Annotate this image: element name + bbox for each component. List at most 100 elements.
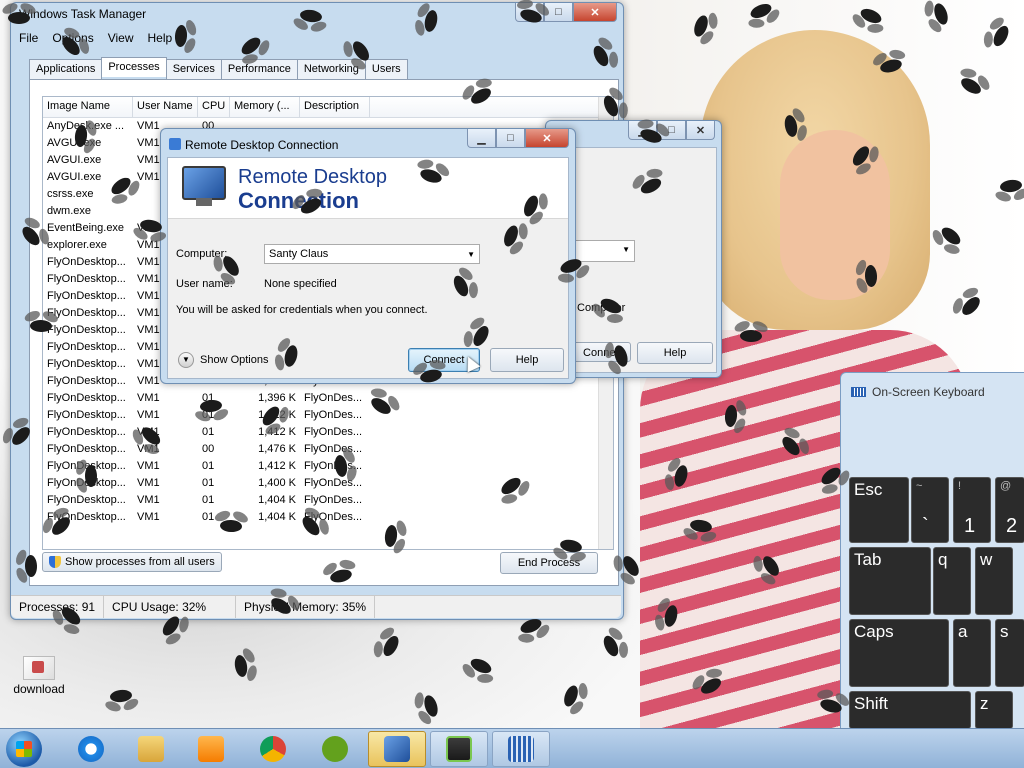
folder-icon (138, 736, 164, 762)
key-backtick[interactable]: ~ ` (911, 477, 949, 543)
fly-icon (8, 12, 30, 24)
key-esc[interactable]: Esc (849, 477, 909, 543)
col-user-name[interactable]: User Name (133, 97, 198, 117)
cell-user: VM1 (137, 494, 160, 506)
maximize-button[interactable]: □ (496, 129, 525, 148)
key-w[interactable]: w (975, 547, 1013, 615)
cell-name: FlyOnDesktop... (47, 443, 126, 455)
table-row[interactable]: FlyOnDesktop...VM1011,412 KFlyOnDes... (43, 424, 613, 441)
utorrent-icon (322, 736, 348, 762)
cell-name: dwm.exe (47, 205, 92, 217)
cell-desc: FlyOnDes... (304, 426, 363, 438)
cell-mem: 1,404 K (258, 494, 296, 506)
cell-name: FlyOnDesktop... (47, 409, 126, 421)
remote-desktop-icon (384, 736, 410, 762)
status-bar: Processes: 91 CPU Usage: 32% Physical Me… (11, 595, 621, 618)
taskbar-utorrent[interactable] (306, 731, 364, 767)
desktop-icon-download[interactable]: download (8, 652, 70, 696)
cell-name: FlyOnDesktop... (47, 341, 126, 353)
table-row[interactable]: FlyOnDesktop... VM1 01 1,404 K FlyOnDes... (43, 492, 613, 509)
key-2[interactable]: @2 (995, 477, 1024, 543)
help-button[interactable]: Help (637, 342, 713, 364)
computer-value: Santy Claus (269, 248, 329, 260)
internet-explorer-icon (78, 736, 104, 762)
window-title: Windows Task Manager (19, 7, 147, 21)
taskbar-internet-explorer[interactable] (62, 731, 120, 767)
computer-combobox[interactable]: Santy Claus ▼ (264, 244, 480, 264)
show-options-label: Show Options (200, 354, 269, 366)
taskbar-windows-explorer[interactable] (122, 731, 180, 767)
close-button[interactable]: ✕ (525, 129, 569, 148)
table-row[interactable]: FlyOnDesktop... VM1 00 1,476 K FlyOnDes... (43, 441, 613, 458)
cell-user: VM1 (137, 460, 160, 472)
cell-desc: FlyOnDes... (304, 443, 363, 455)
taskbar-media-player[interactable] (182, 731, 240, 767)
cell-name: FlyOnDesktop... (47, 392, 126, 404)
cell-mem: 1,412 K (258, 460, 296, 472)
key-shift[interactable]: Shift (849, 691, 971, 729)
show-options-toggle[interactable]: ▼ Show Options (178, 352, 268, 368)
cell-cpu: 01 (202, 426, 215, 438)
keyboard-icon (508, 736, 534, 762)
key-1[interactable]: ! 1 (953, 477, 991, 543)
cell-cpu: 01 (202, 460, 215, 472)
cell-name: FlyOnDesktop... (47, 256, 126, 268)
cell-desc: FlyOnDes... (304, 494, 363, 506)
menu-help[interactable]: Help (148, 31, 173, 45)
fly-icon (174, 24, 188, 48)
key-z[interactable]: z (975, 691, 1013, 729)
col-cpu[interactable]: CPU (198, 97, 230, 117)
cell-cpu: 01 (202, 477, 215, 489)
status-memory: Physical Memory: 35% (236, 596, 376, 618)
table-row[interactable]: FlyOnDesktop...VM1011,412 KFlyOnDes... (43, 458, 613, 475)
on-screen-keyboard-window: On-Screen Keyboard Esc ~ ` ! 1 @2 Tab q w … (840, 372, 1024, 730)
tab-services[interactable]: Services (165, 59, 222, 79)
credentials-note: You will be asked for credentials when y… (176, 304, 428, 316)
minimize-button[interactable]: ▁ (467, 129, 496, 148)
taskbar-task-manager[interactable] (430, 731, 488, 767)
windows-logo-icon (16, 741, 32, 757)
table-row[interactable]: FlyOnDesktop...VM1011,412 KFlyOnDes... (43, 407, 613, 424)
shield-icon (49, 556, 61, 568)
status-cpu: CPU Usage: 32% (104, 596, 237, 618)
key-s[interactable]: s (995, 619, 1024, 687)
table-row[interactable]: FlyOnDesktop... VM1 01 1,396 K FlyOnDes... (43, 390, 613, 407)
show-all-processes-button[interactable]: Show processes from all users (42, 552, 222, 572)
cell-mem: 1,400 K (258, 477, 296, 489)
key-tab[interactable]: Tab (849, 547, 931, 615)
cell-name: explorer.exe (47, 239, 107, 251)
tab-applications[interactable]: Applications (29, 59, 103, 79)
fly-icon (84, 464, 98, 488)
menu-view[interactable]: View (108, 31, 134, 45)
menu-file[interactable]: File (19, 31, 38, 45)
cell-desc: FlyOnDes... (304, 477, 363, 489)
col-image-name[interactable]: Image Name (43, 97, 133, 117)
taskbar-remote-desktop[interactable] (368, 731, 426, 767)
help-button[interactable]: Help (490, 348, 564, 372)
cell-user: VM1 (133, 441, 198, 458)
tab-performance[interactable]: Performance (220, 59, 298, 79)
tab-users[interactable]: Users (364, 59, 408, 79)
start-button[interactable] (6, 731, 42, 767)
tab-processes[interactable]: Processes (101, 57, 167, 77)
fly-icon (739, 329, 763, 343)
close-button[interactable]: ✕ (686, 121, 715, 140)
taskbar-on-screen-keyboard[interactable] (492, 731, 550, 767)
close-button[interactable]: ✕ (573, 3, 617, 22)
cell-name: FlyOnDesktop... (47, 426, 126, 438)
key-a[interactable]: a (953, 619, 991, 687)
cell-user: VM1 (137, 511, 160, 523)
monitor-icon (182, 166, 226, 206)
window-title: Remote Desktop Connection (185, 138, 339, 152)
col-description[interactable]: Description (300, 97, 370, 117)
col-memory[interactable]: Memory (... (230, 97, 300, 117)
chevron-down-icon[interactable]: ▼ (467, 250, 475, 259)
cell-cpu: 01 (202, 494, 215, 506)
taskbar-chrome[interactable] (244, 731, 302, 767)
image-file-icon (23, 656, 55, 680)
key-caps-lock[interactable]: Caps (849, 619, 949, 687)
key-q[interactable]: q (933, 547, 971, 615)
username-value: None specified (264, 278, 337, 290)
cell-name: EventBeing.exe (47, 222, 125, 234)
cell-desc: FlyOnDes... (304, 409, 363, 421)
